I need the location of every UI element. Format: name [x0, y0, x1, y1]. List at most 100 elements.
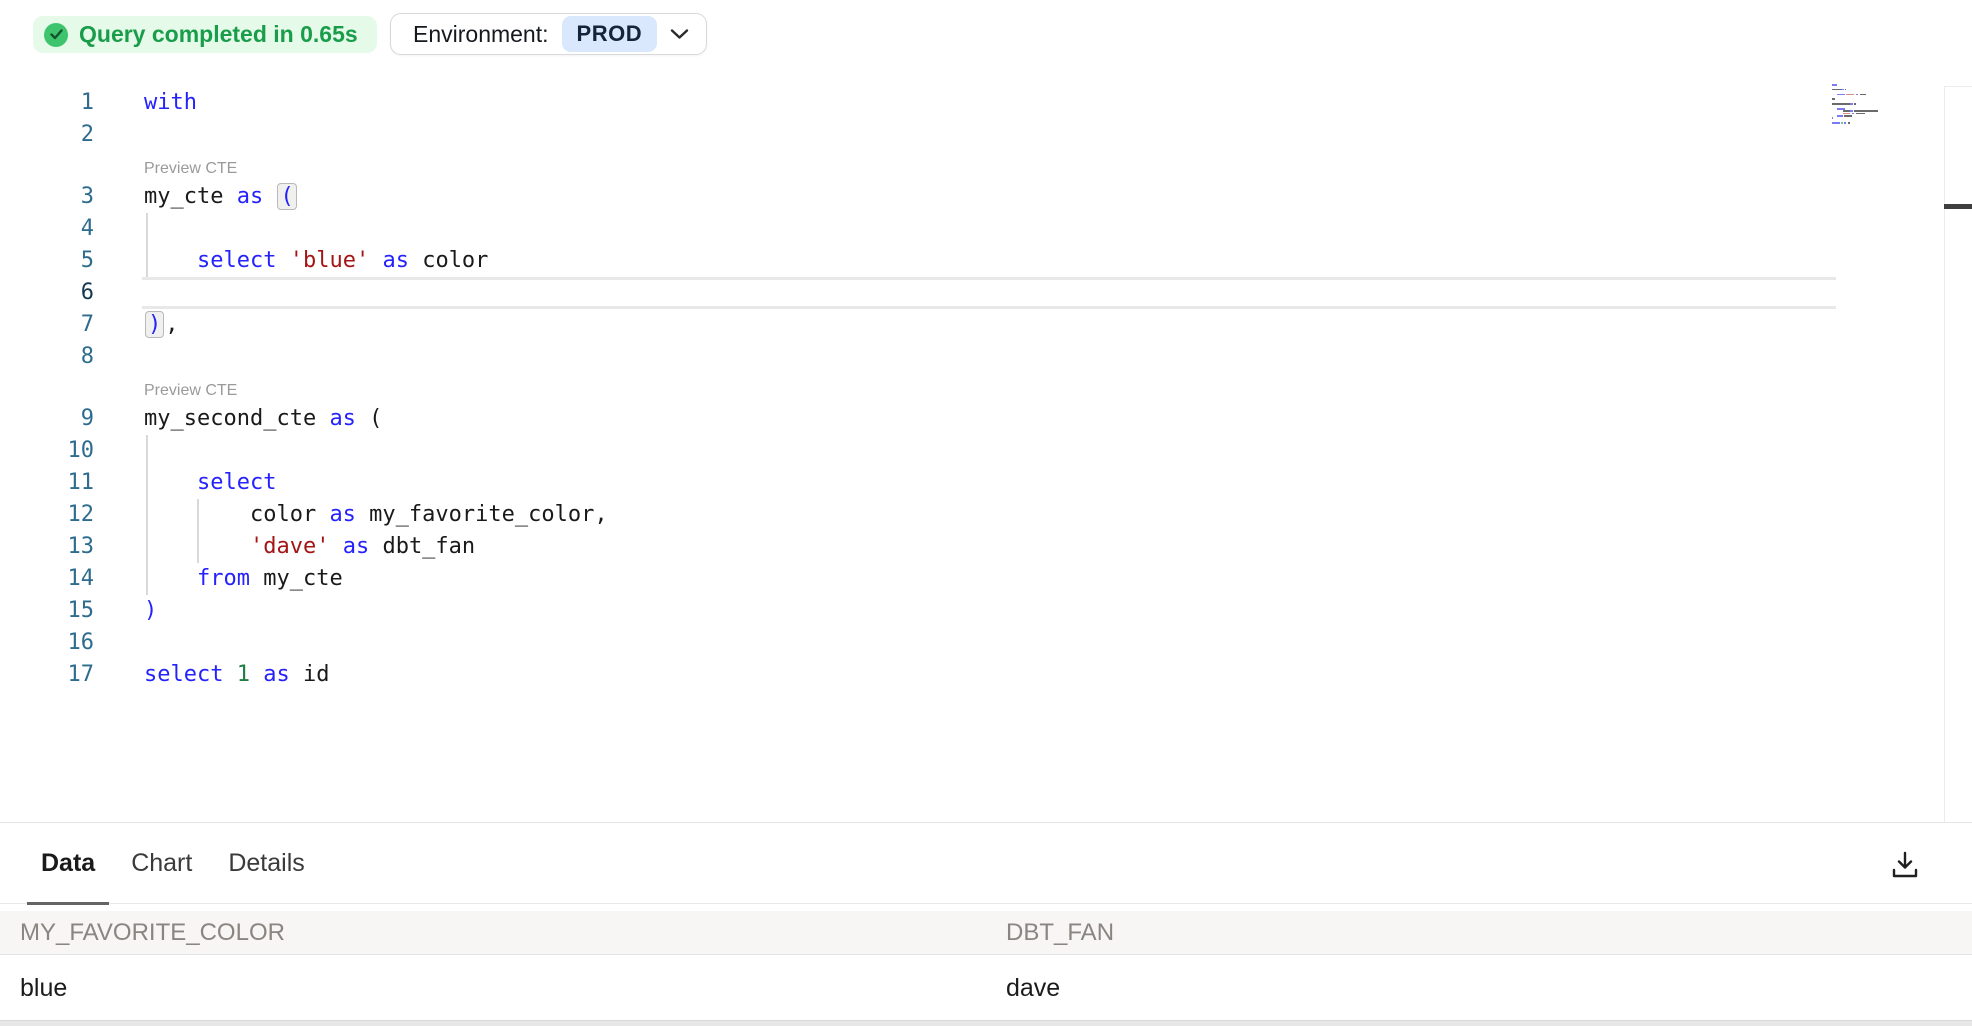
code-token [276, 248, 289, 273]
minimap-line [1832, 122, 1892, 124]
code-line[interactable]: 10 [0, 435, 1972, 467]
minimap-line [1832, 89, 1892, 91]
code-line[interactable]: 9my_second_cte as ( [0, 403, 1972, 435]
code-area[interactable]: 1with2Preview CTE3my_cte as (45 select '… [0, 87, 1972, 691]
code-token: as [329, 502, 356, 527]
line-number: 15 [0, 595, 94, 627]
code-token [329, 534, 342, 559]
tab-details[interactable]: Details [214, 824, 318, 903]
line-number: 6 [0, 277, 94, 309]
indent-guide [146, 435, 148, 595]
code-line[interactable]: 1 with [0, 87, 1972, 119]
code-token [263, 184, 276, 209]
code-token: color [409, 248, 488, 273]
minimap-line [1832, 94, 1892, 96]
line-number: 14 [0, 563, 94, 595]
code-line[interactable]: 8 [0, 341, 1972, 373]
scrollbar-thumb[interactable] [1944, 204, 1972, 209]
code-token: as [329, 406, 356, 431]
active-line-highlight [142, 277, 1836, 309]
code-token [369, 248, 382, 273]
code-token: 'dave' [250, 534, 329, 559]
code-line-text: select [144, 467, 276, 499]
editor-minimap[interactable] [1832, 84, 1892, 125]
code-token: as [263, 662, 290, 687]
minimap-line [1832, 110, 1892, 112]
code-line[interactable]: 14 from my_cte [0, 563, 1972, 595]
code-line[interactable]: 6 [0, 277, 1972, 309]
top-bar: Query completed in 0.65s Environment: PR… [0, 0, 1972, 60]
code-token: from [197, 566, 250, 591]
line-number: 5 [0, 245, 94, 277]
environment-selector[interactable]: Environment: PROD [390, 13, 707, 55]
code-line[interactable]: 5 select 'blue' as color [0, 245, 1972, 277]
code-token [223, 662, 236, 687]
preview-cte-label[interactable]: Preview CTE [0, 151, 1972, 181]
minimap-line [1832, 106, 1892, 108]
code-token: 'blue' [290, 248, 369, 273]
line-number: 11 [0, 467, 94, 499]
code-line[interactable]: 17 select 1 as id [0, 659, 1972, 691]
minimap-line [1832, 103, 1892, 105]
code-token: color [144, 502, 329, 527]
code-line[interactable]: 2 [0, 119, 1972, 151]
code-token: as [237, 184, 264, 209]
check-circle-icon [44, 23, 68, 47]
code-line-text: ), [144, 309, 179, 341]
code-token: 1 [237, 662, 250, 687]
code-token: , [165, 312, 178, 337]
code-token: id [290, 662, 330, 687]
code-line[interactable]: 12 color as my_favorite_color, [0, 499, 1972, 531]
line-number: 17 [0, 659, 94, 691]
line-number: 1 [0, 87, 94, 119]
code-token: my_second_cte [144, 406, 329, 431]
line-number: 4 [0, 213, 94, 245]
sql-code-editor[interactable]: 1with2Preview CTE3my_cte as (45 select '… [0, 60, 1972, 823]
code-token: my_cte [144, 184, 237, 209]
line-number: 3 [0, 181, 94, 213]
code-line-text: select 'blue' as color [144, 245, 488, 277]
query-status-text: Query completed in 0.65s [79, 21, 358, 48]
indent-guide [146, 213, 148, 277]
code-line[interactable]: 3 my_cte as ( [0, 181, 1972, 213]
line-number: 2 [0, 119, 94, 151]
code-line-text: select 1 as id [144, 659, 329, 691]
code-line[interactable]: 11 select [0, 467, 1972, 499]
download-button[interactable] [1888, 848, 1922, 882]
code-line[interactable]: 4 [0, 213, 1972, 245]
minimap-line [1832, 91, 1892, 93]
column-header: DBT_FAN [986, 919, 1972, 947]
preview-cte-label[interactable]: Preview CTE [0, 373, 1972, 403]
code-token: with [144, 90, 197, 115]
line-number: 7 [0, 309, 94, 341]
line-number: 16 [0, 627, 94, 659]
minimap-line [1832, 108, 1892, 110]
minimap-line [1832, 96, 1892, 98]
code-line[interactable]: 7), [0, 309, 1972, 341]
results-panel: DataChartDetails MY_FAVORITE_COLORDBT_FA… [0, 822, 1972, 1026]
table-cell: blue [0, 974, 986, 1003]
preview-cte-label-text: Preview CTE [144, 160, 237, 178]
line-number: 13 [0, 531, 94, 563]
minimap-line [1832, 117, 1892, 119]
code-line-text: my_second_cte as ( [144, 403, 382, 435]
minimap-line [1832, 120, 1892, 122]
scrollbar-track[interactable] [1944, 86, 1972, 823]
tab-chart[interactable]: Chart [117, 824, 206, 903]
results-tabs: DataChartDetails [0, 824, 1972, 904]
code-line[interactable]: 15) [0, 595, 1972, 627]
minimap-line [1832, 113, 1892, 115]
code-token [144, 470, 197, 495]
code-line[interactable]: 16 [0, 627, 1972, 659]
code-token: as [382, 248, 409, 273]
preview-cte-label-text: Preview CTE [144, 382, 237, 400]
minimap-line [1832, 115, 1892, 117]
code-line-text: my_cte as ( [144, 181, 298, 213]
minimap-line [1832, 84, 1892, 86]
code-line[interactable]: 13 'dave' as dbt_fan [0, 531, 1972, 563]
tab-data[interactable]: Data [27, 824, 109, 903]
code-token: select [144, 662, 223, 687]
code-token: my_cte [250, 566, 343, 591]
code-line-text: 'dave' as dbt_fan [144, 531, 475, 563]
code-token: ( [356, 406, 383, 431]
